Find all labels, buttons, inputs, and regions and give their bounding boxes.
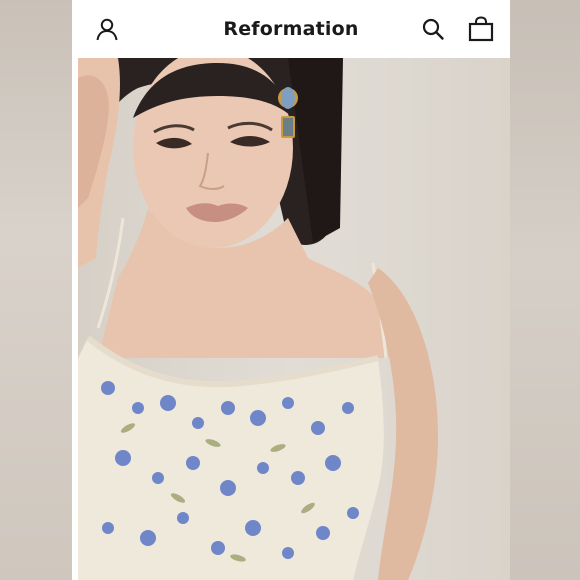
background-blur-right xyxy=(510,0,580,580)
model-photo-illustration xyxy=(78,58,438,580)
product-image[interactable] xyxy=(78,58,510,580)
shopping-bag-icon xyxy=(468,16,494,42)
app-screen: Reformation xyxy=(72,0,510,580)
search-icon xyxy=(422,18,444,40)
bag-button[interactable] xyxy=(466,14,496,44)
search-button[interactable] xyxy=(418,14,448,44)
background-blur-left xyxy=(0,0,72,580)
top-header: Reformation xyxy=(72,0,510,58)
